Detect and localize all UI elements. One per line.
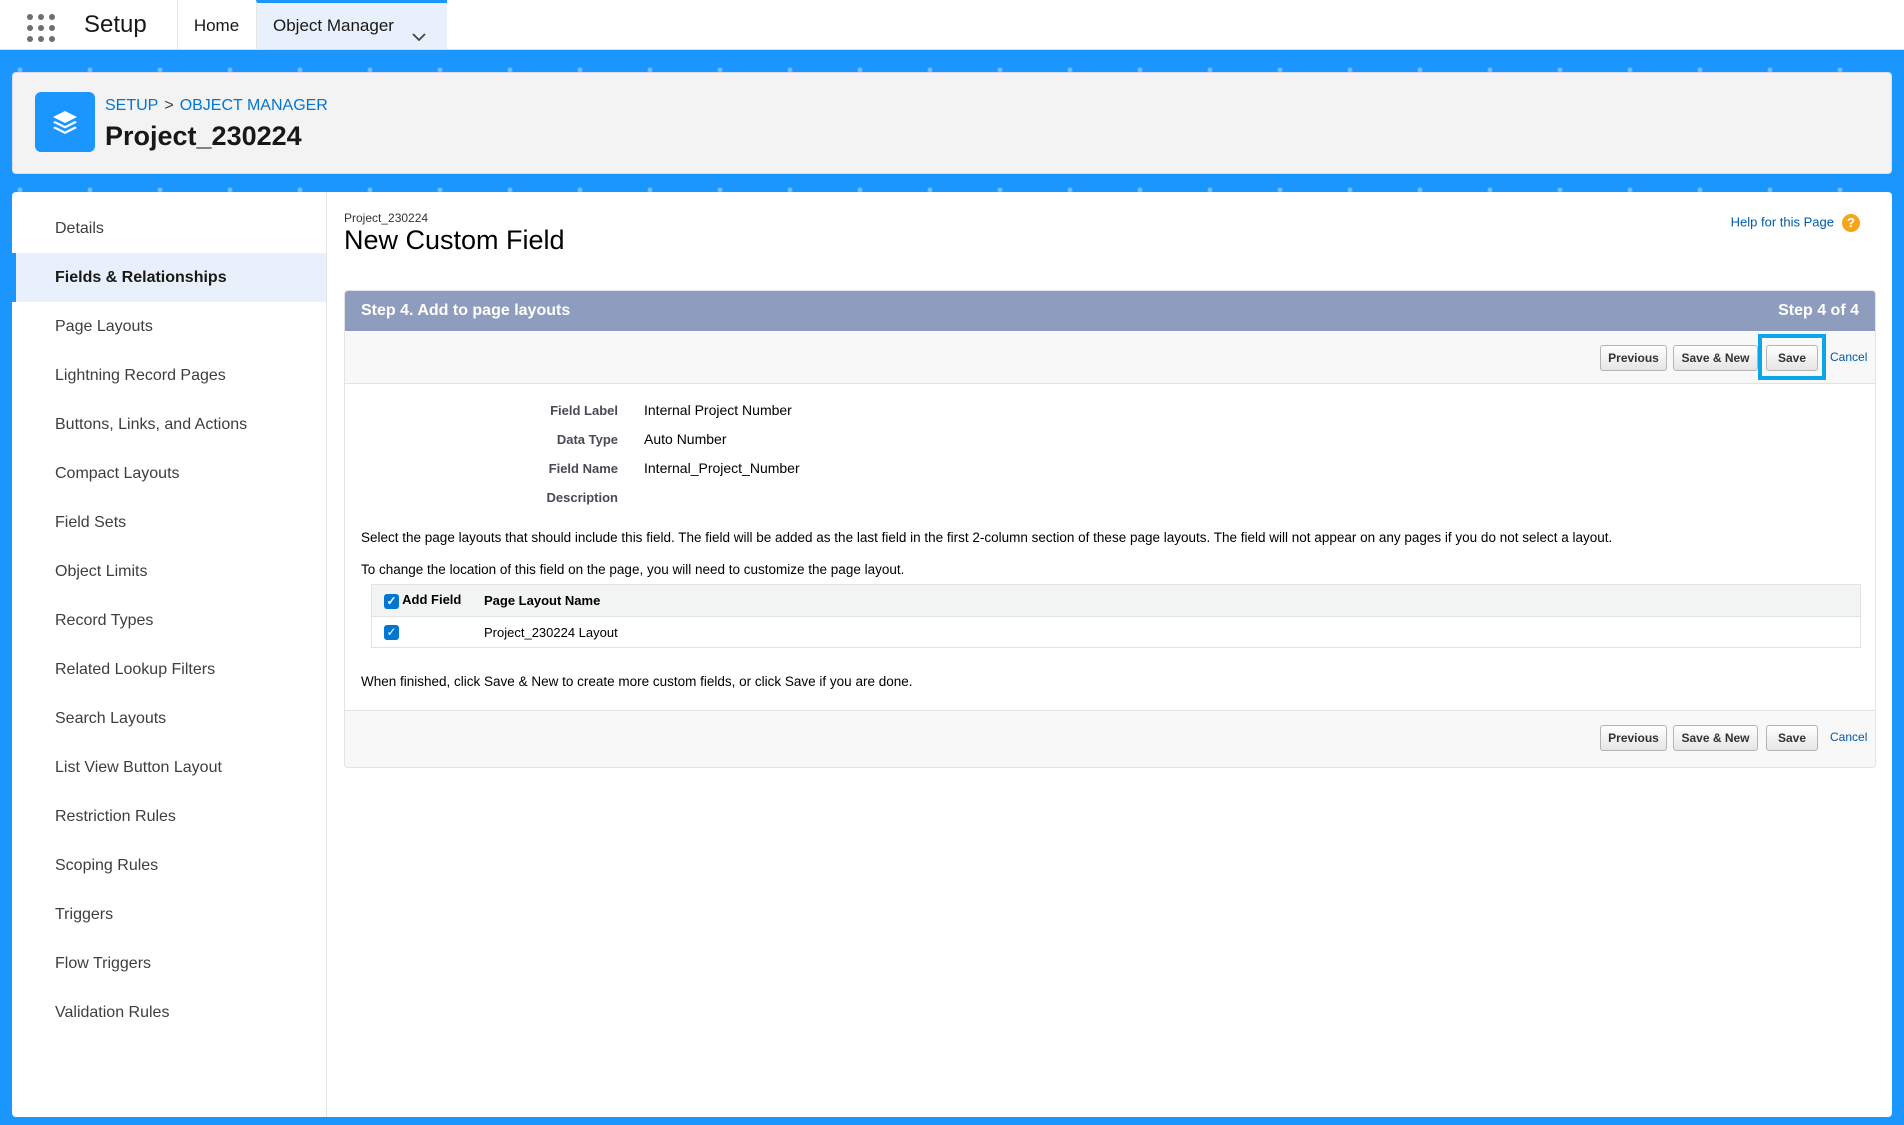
sidebar-item-search-layouts[interactable]: Search Layouts [12,694,326,743]
save-button[interactable]: Save [1766,345,1818,371]
sidebar-item-list-view-button-layout[interactable]: List View Button Layout [12,743,326,792]
select-all-checkbox[interactable]: ✓ [384,593,399,609]
sidebar-item-related-lookup-filters[interactable]: Related Lookup Filters [12,645,326,694]
detail-label-data-type: Data Type [556,432,618,447]
detail-label-description: Description [546,490,618,505]
sidebar-item-restriction-rules[interactable]: Restriction Rules [12,792,326,841]
sidebar-item-details[interactable]: Details [12,204,326,253]
app-launcher-icon[interactable] [27,14,56,43]
header-add-field: ✓ Add Field [371,584,483,617]
sidebar-item-triggers[interactable]: Triggers [12,890,326,939]
sidebar-item-scoping-rules[interactable]: Scoping Rules [12,841,326,890]
page-object-name: Project_230224 [344,211,429,225]
help-link[interactable]: Help for this Page? [1731,214,1860,232]
previous-button[interactable]: Previous [1600,345,1667,371]
tab-home[interactable]: Home [177,0,255,49]
detail-label-field-name: Field Name [548,461,618,476]
main-card: Details Fields & Relationships Page Layo… [12,192,1892,1117]
table-row: ✓ Project_230224 Layout [372,617,1861,648]
instruction-select-layouts: Select the page layouts that should incl… [361,530,1613,545]
detail-value-data-type: Auto Number [644,431,727,447]
sidebar-item-object-limits[interactable]: Object Limits [12,547,326,596]
sidebar-item-field-sets[interactable]: Field Sets [12,498,326,547]
detail-value-field-name: Internal_Project_Number [644,460,800,476]
breadcrumb: SETUP > OBJECT MANAGER [105,97,328,115]
sidebar-item-validation-rules[interactable]: Validation Rules [12,988,326,1037]
content-area: Project_230224 New Custom Field Help for… [344,192,1888,1117]
help-icon[interactable]: ? [1842,214,1860,232]
field-details: Field Label Internal Project Number Data… [345,384,1875,710]
page-title: New Custom Field [344,225,565,255]
save-new-button-bottom[interactable]: Save & New [1673,725,1758,751]
instruction-finish: When finished, click Save & New to creat… [361,674,913,689]
object-title: Project_230224 [105,121,302,151]
header-add-field-label: Add Field [402,592,462,608]
tab-object-manager[interactable]: Object Manager [256,0,447,49]
sidebar-item-record-types[interactable]: Record Types [12,596,326,645]
sidebar-item-lightning-record-pages[interactable]: Lightning Record Pages [12,351,326,400]
save-button-bottom[interactable]: Save [1766,725,1818,751]
instruction-change-location: To change the location of this field on … [361,562,905,577]
bottom-button-row: Previous Save & New Save Cancel [345,710,1875,763]
global-nav-bar: Setup Home Object Manager [0,0,1904,50]
breadcrumb-object-manager[interactable]: OBJECT MANAGER [180,97,328,114]
layout-checkbox[interactable]: ✓ [384,625,399,641]
step-title: Step 4. Add to page layouts [361,302,571,319]
header-page-layout-name: Page Layout Name [483,584,1861,617]
object-header: SETUP > OBJECT MANAGER Project_230224 [12,72,1892,174]
breadcrumb-setup[interactable]: SETUP [105,97,158,114]
step-counter: Step 4 of 4 [1778,302,1859,319]
tab-object-manager-label: Object Manager [273,16,394,35]
layers-icon [35,92,95,152]
previous-button-bottom[interactable]: Previous [1600,725,1667,751]
layout-name: Project_230224 Layout [484,624,618,640]
help-link-label[interactable]: Help for this Page [1731,214,1834,229]
sidebar-item-fields-relationships[interactable]: Fields & Relationships [12,253,326,302]
app-name: Setup [84,11,147,38]
save-new-button[interactable]: Save & New [1673,345,1758,371]
sidebar-item-page-layouts[interactable]: Page Layouts [12,302,326,351]
step-header: Step 4. Add to page layouts Step 4 of 4 [345,291,1875,331]
object-sidebar: Details Fields & Relationships Page Layo… [12,192,327,1117]
cancel-link-bottom[interactable]: Cancel [1830,730,1867,744]
breadcrumb-separator: > [164,97,174,114]
layout-checkbox-cell: ✓ [372,617,484,648]
step-panel: Step 4. Add to page layouts Step 4 of 4 … [344,290,1876,768]
detail-value-field-label: Internal Project Number [644,402,792,418]
sidebar-item-buttons-links-actions[interactable]: Buttons, Links, and Actions [12,400,326,449]
cancel-link[interactable]: Cancel [1830,350,1867,364]
detail-label-field-label: Field Label [550,403,618,418]
sidebar-item-flow-triggers[interactable]: Flow Triggers [12,939,326,988]
page-layout-table: ✓ Add Field Page Layout Name ✓ Project_2… [371,584,1861,648]
top-button-row: Previous Save & New Save Cancel [345,331,1875,384]
sidebar-item-compact-layouts[interactable]: Compact Layouts [12,449,326,498]
